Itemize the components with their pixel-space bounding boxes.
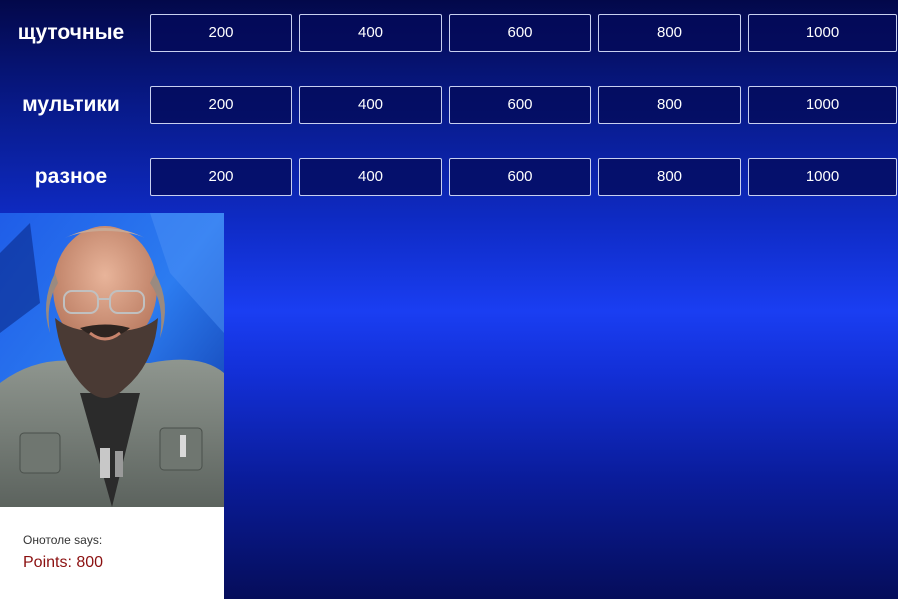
question-cell[interactable]: 400 bbox=[299, 158, 442, 196]
question-cell[interactable]: 800 bbox=[598, 14, 741, 52]
category-label: мультики bbox=[22, 93, 120, 116]
question-cell[interactable]: 200 bbox=[150, 158, 292, 196]
question-cell[interactable]: 800 bbox=[598, 86, 741, 124]
host-photo bbox=[0, 213, 224, 507]
question-cell[interactable]: 1000 bbox=[748, 158, 897, 196]
category-label: щуточные bbox=[17, 21, 125, 44]
question-cell[interactable]: 600 bbox=[449, 14, 591, 52]
question-cell[interactable]: 800 bbox=[598, 158, 741, 196]
question-cell[interactable]: 200 bbox=[150, 86, 292, 124]
category-label: разное bbox=[34, 165, 108, 188]
question-cell[interactable]: 400 bbox=[299, 14, 442, 52]
question-cell[interactable]: 600 bbox=[449, 158, 591, 196]
question-cell[interactable]: 1000 bbox=[748, 86, 897, 124]
question-cell[interactable]: 1000 bbox=[748, 14, 897, 52]
host-says-label: Онотоле says: bbox=[23, 533, 103, 547]
category-row: разное 200 400 600 800 1000 bbox=[0, 158, 898, 196]
category-row: мультики 200 400 600 800 1000 bbox=[0, 86, 898, 124]
bearded-host-portrait-icon bbox=[0, 213, 224, 507]
host-panel: Онотоле says: Points: 800 bbox=[0, 213, 224, 599]
question-cell[interactable]: 400 bbox=[299, 86, 442, 124]
question-cell[interactable]: 200 bbox=[150, 14, 292, 52]
question-cell[interactable]: 600 bbox=[449, 86, 591, 124]
category-row: щуточные 200 400 600 800 1000 bbox=[0, 14, 898, 52]
points-display: Points: 800 bbox=[23, 554, 104, 571]
